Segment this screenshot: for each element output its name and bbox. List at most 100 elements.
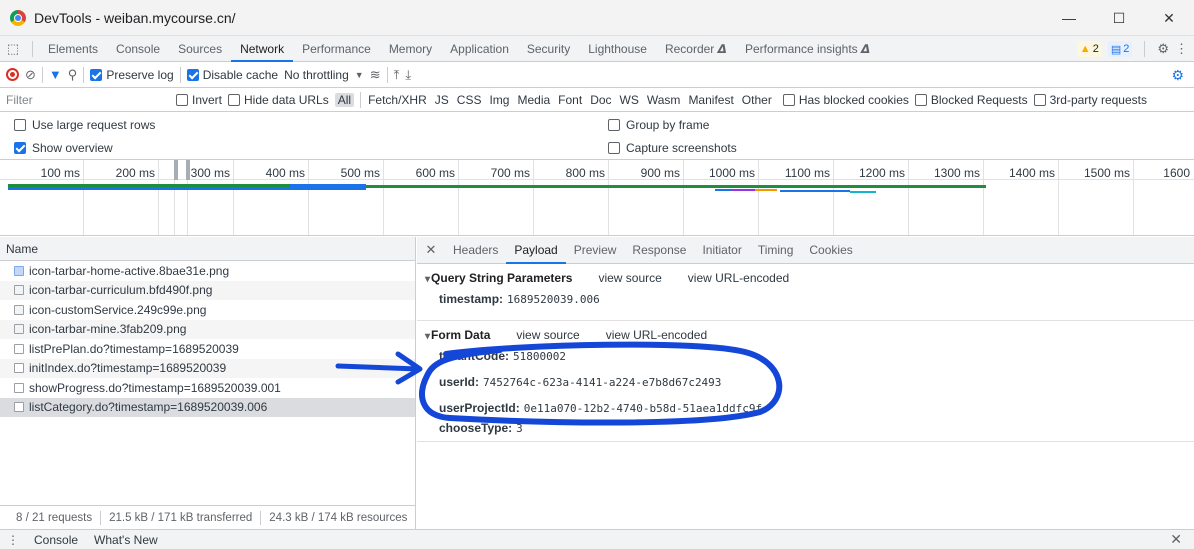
tab-sources[interactable]: Sources	[169, 36, 231, 62]
checkbox-box	[914, 93, 927, 106]
query-view-encoded-link[interactable]: view URL-encoded	[688, 271, 789, 285]
drawer-tab-console[interactable]: Console	[26, 533, 86, 547]
request-detail-pane: ✕ Headers Payload Preview Response Initi…	[417, 237, 1194, 529]
clear-icon[interactable]: ⊘	[25, 67, 36, 83]
param-key: tenantCode:	[439, 349, 509, 363]
group-by-frame-checkbox[interactable]: Group by frame	[608, 118, 709, 132]
request-name: icon-customService.249c99e.png	[29, 302, 207, 317]
checkbox-box	[186, 68, 199, 81]
filter-type-wasm[interactable]: Wasm	[646, 93, 682, 107]
request-row[interactable]: showProgress.do?timestamp=1689520039.001	[0, 378, 415, 398]
query-string-title[interactable]: Query String Parameters	[425, 271, 572, 285]
tab-cookies[interactable]: Cookies	[801, 237, 860, 264]
form-data-title[interactable]: Form Data	[425, 328, 490, 342]
record-stop-icon[interactable]	[6, 68, 19, 81]
third-party-checkbox[interactable]: 3rd-party requests	[1033, 93, 1147, 107]
blocked-requests-checkbox[interactable]: Blocked Requests	[914, 92, 1028, 107]
filter-input[interactable]: Filter	[0, 88, 168, 112]
filter-type-font[interactable]: Font	[557, 93, 583, 107]
timeline-tick-label: 500 ms	[340, 166, 380, 180]
large-rows-checkbox[interactable]: Use large request rows	[14, 118, 155, 132]
network-overview-timeline[interactable]: 100 ms 200 ms 300 ms 400 ms 500 ms 600 m…	[0, 160, 1194, 236]
tab-initiator[interactable]: Initiator	[694, 237, 749, 264]
request-row[interactable]: icon-tarbar-curriculum.bfd490f.png	[0, 280, 415, 300]
tab-headers[interactable]: Headers	[445, 237, 506, 264]
minimize-button[interactable]: —	[1044, 0, 1094, 36]
network-conditions-wifi-icon[interactable]: ≋	[370, 67, 381, 83]
name-column-header[interactable]: Name	[0, 237, 415, 261]
filter-type-ws[interactable]: WS	[619, 93, 640, 107]
more-options-icon[interactable]: ⋮	[1175, 41, 1188, 57]
has-blocked-cookies-checkbox[interactable]: Has blocked cookies	[782, 93, 909, 107]
maximize-button[interactable]: ☐	[1094, 0, 1144, 36]
filter-type-js[interactable]: JS	[434, 93, 450, 107]
request-row[interactable]: icon-tarbar-home-active.8bae31e.png	[0, 261, 415, 281]
close-drawer-icon[interactable]: ✕	[1170, 531, 1182, 548]
form-view-encoded-link[interactable]: view URL-encoded	[606, 328, 707, 342]
request-row-selected[interactable]: listCategory.do?timestamp=1689520039.006	[0, 397, 415, 417]
tab-preview[interactable]: Preview	[566, 237, 625, 264]
filter-type-media[interactable]: Media	[516, 93, 551, 107]
drawer-tab-whats-new[interactable]: What's New	[86, 533, 166, 547]
form-view-source-link[interactable]: view source	[516, 328, 579, 342]
tab-performance[interactable]: Performance	[293, 36, 380, 62]
drawer-menu-icon[interactable]: ⋮	[0, 533, 26, 547]
timeline-gridline	[308, 160, 309, 235]
messages-badge[interactable]: ▤ 2	[1107, 41, 1133, 57]
show-overview-label: Show overview	[32, 141, 113, 155]
filter-type-css[interactable]: CSS	[456, 93, 483, 107]
request-row[interactable]: icon-customService.249c99e.png	[0, 300, 415, 320]
preserve-log-checkbox[interactable]: Preserve log	[90, 68, 174, 82]
inspect-element-icon[interactable]: ⬚	[0, 41, 26, 57]
tab-timing[interactable]: Timing	[750, 237, 802, 264]
blocked-requests-label: Blocked Requests	[930, 92, 1028, 107]
filter-type-all[interactable]: All	[334, 92, 355, 107]
network-settings-gear-icon[interactable]: ⚙	[1171, 67, 1184, 84]
export-har-icon[interactable]: ⤓	[405, 67, 411, 83]
filter-type-fetch-xhr[interactable]: Fetch/XHR	[367, 93, 428, 107]
divider	[83, 66, 85, 83]
disable-cache-checkbox[interactable]: Disable cache	[186, 68, 278, 82]
timeline-tick-label: 100 ms	[40, 166, 80, 180]
throttling-select[interactable]: No throttling	[284, 68, 349, 82]
close-window-button[interactable]: ✕	[1144, 0, 1194, 36]
show-overview-checkbox[interactable]: Show overview	[14, 141, 113, 155]
filter-type-doc[interactable]: Doc	[589, 93, 612, 107]
timeline-gridline	[758, 160, 759, 235]
invert-checkbox[interactable]: Invert	[176, 93, 222, 107]
request-name: showProgress.do?timestamp=1689520039.001	[29, 380, 281, 395]
filter-type-manifest[interactable]: Manifest	[687, 93, 734, 107]
tab-performance-insights[interactable]: Performance insights 𝞓	[736, 36, 879, 62]
filter-type-img[interactable]: Img	[488, 93, 510, 107]
search-icon[interactable]: ⚲	[68, 67, 78, 83]
tab-memory[interactable]: Memory	[380, 36, 441, 62]
filter-funnel-icon[interactable]: ▼	[49, 67, 62, 82]
import-har-icon[interactable]: ⤒	[394, 67, 400, 83]
capture-screenshots-checkbox[interactable]: Capture screenshots	[608, 141, 737, 155]
tab-console[interactable]: Console	[107, 36, 169, 62]
overview-bar-blue	[8, 187, 366, 190]
tab-payload[interactable]: Payload	[506, 237, 566, 264]
close-detail-icon[interactable]: ✕	[417, 242, 445, 258]
query-view-source-link[interactable]: view source	[598, 271, 661, 285]
divider	[386, 66, 388, 83]
request-row[interactable]: initIndex.do?timestamp=1689520039	[0, 358, 415, 378]
warnings-badge[interactable]: ▲ 2	[1076, 41, 1102, 57]
tab-response[interactable]: Response	[624, 237, 694, 264]
tab-network[interactable]: Network	[231, 36, 294, 62]
tab-lighthouse[interactable]: Lighthouse	[579, 36, 656, 62]
settings-gear-icon[interactable]: ⚙	[1157, 41, 1169, 57]
tab-recorder[interactable]: Recorder 𝞓	[656, 36, 736, 62]
filter-type-other[interactable]: Other	[741, 93, 773, 107]
request-row[interactable]: listPrePlan.do?timestamp=1689520039	[0, 339, 415, 359]
tab-security[interactable]: Security	[518, 36, 579, 62]
tab-application[interactable]: Application	[441, 36, 518, 62]
throttling-dropdown-icon[interactable]: ▼	[355, 70, 364, 80]
checkbox-box	[608, 119, 620, 131]
timeline-tick-label: 600 ms	[415, 166, 455, 180]
hide-data-urls-checkbox[interactable]: Hide data URLs	[228, 93, 329, 107]
large-rows-label: Use large request rows	[32, 118, 156, 132]
param-value: 3	[516, 422, 523, 435]
request-row[interactable]: icon-tarbar-mine.3fab209.png	[0, 319, 415, 339]
tab-elements[interactable]: Elements	[39, 36, 107, 62]
